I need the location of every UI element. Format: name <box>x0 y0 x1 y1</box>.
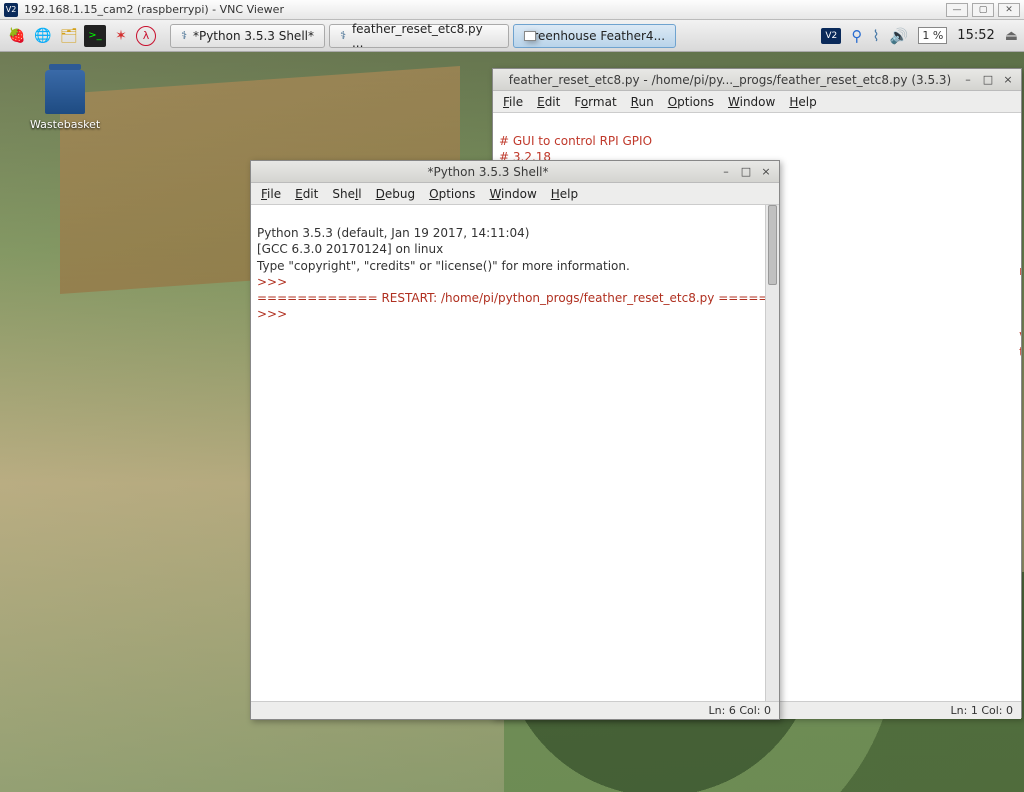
mathematica-icon[interactable]: ✶ <box>110 25 132 47</box>
menu-help[interactable]: Help <box>545 185 584 203</box>
vnc-window-controls: — ▢ ✕ <box>946 3 1020 17</box>
taskbar-item-python-shell[interactable]: ⚕ *Python 3.5.3 Shell* <box>170 24 325 48</box>
shell-body[interactable]: Python 3.5.3 (default, Jan 19 2017, 14:1… <box>251 205 779 701</box>
shell-close-button[interactable]: × <box>759 165 773 179</box>
taskbar-item-label: Greenhouse Feather4... <box>524 29 665 43</box>
eject-icon[interactable]: ⏏ <box>1005 28 1018 44</box>
code-fragment: vance, load, refresh <box>1019 328 1021 342</box>
menu-window[interactable]: Window <box>483 185 542 203</box>
trash-icon <box>45 70 85 114</box>
wifi-icon[interactable]: ⌇ <box>872 27 879 45</box>
window-icon <box>524 31 536 41</box>
code-line: # GUI to control RPI GPIO <box>499 134 652 148</box>
menu-window[interactable]: Window <box>722 93 781 111</box>
editor-close-button[interactable]: × <box>1001 73 1015 87</box>
menu-edit[interactable]: Edit <box>531 93 566 111</box>
shell-titlebar[interactable]: *Python 3.5.3 Shell* – □ × <box>251 161 779 183</box>
editor-cursor-pos: Ln: 1 Col: 0 <box>951 704 1013 717</box>
editor-titlebar[interactable]: feather_reset_etc8.py - /home/pi/py..._p… <box>493 69 1021 91</box>
shell-prompt: >>> <box>257 307 287 321</box>
taskbar-item-label: *Python 3.5.3 Shell* <box>193 29 314 43</box>
menu-options[interactable]: Options <box>423 185 481 203</box>
desktop-icon-label: Wastebasket <box>30 118 100 131</box>
scrollbar-thumb[interactable] <box>768 205 777 285</box>
shell-line: Type "copyright", "credits" or "license(… <box>257 259 630 273</box>
desktop-icon-wastebasket[interactable]: Wastebasket <box>30 70 100 131</box>
file-manager-icon[interactable]: 🗂 <box>58 25 80 47</box>
shell-minimize-button[interactable]: – <box>719 165 733 179</box>
terminal-icon[interactable]: >_ <box>84 25 106 47</box>
clock[interactable]: 15:52 <box>957 28 994 43</box>
shell-scrollbar[interactable] <box>765 205 779 701</box>
menu-debug[interactable]: Debug <box>370 185 421 203</box>
menu-format[interactable]: Format <box>568 93 622 111</box>
editor-minimize-button[interactable]: – <box>961 73 975 87</box>
shell-title: *Python 3.5.3 Shell* <box>427 165 548 179</box>
menu-help[interactable]: Help <box>783 93 822 111</box>
shell-window: *Python 3.5.3 Shell* – □ × File Edit She… <box>250 160 780 720</box>
python-icon: ⚕ <box>181 29 187 42</box>
wolfram-icon[interactable]: λ <box>136 26 156 46</box>
shell-cursor-pos: Ln: 6 Col: 0 <box>709 704 771 717</box>
menu-shell[interactable]: Shell <box>326 185 367 203</box>
vnc-maximize-button[interactable]: ▢ <box>972 3 994 17</box>
menu-raspberry-icon[interactable]: 🍓 <box>6 25 28 47</box>
editor-title: feather_reset_etc8.py - /home/pi/py..._p… <box>499 73 961 87</box>
vnc-titlebar: V2 192.168.1.15_cam2 (raspberrypi) - VNC… <box>0 0 1024 20</box>
shell-statusbar: Ln: 6 Col: 0 <box>251 701 779 719</box>
vnc-logo-icon: V2 <box>4 3 18 17</box>
menu-file[interactable]: File <box>255 185 287 203</box>
shell-prompt: >>> <box>257 275 287 289</box>
bluetooth-icon[interactable]: ⚲ <box>851 27 862 45</box>
vnc-minimize-button[interactable]: — <box>946 3 968 17</box>
menu-file[interactable]: FFileile <box>497 93 529 111</box>
taskbar: 🍓 🌐 🗂 >_ ✶ λ ⚕ *Python 3.5.3 Shell* ⚕ fe… <box>0 20 1024 52</box>
editor-maximize-button[interactable]: □ <box>981 73 995 87</box>
code-fragment: ress <box>1019 264 1021 278</box>
menu-edit[interactable]: Edit <box>289 185 324 203</box>
taskbar-item-label: feather_reset_etc8.py ... <box>352 22 498 50</box>
taskbar-item-greenhouse[interactable]: Greenhouse Feather4... <box>513 24 676 48</box>
browser-icon[interactable]: 🌐 <box>32 25 54 47</box>
shell-restart-line: ============ RESTART: /home/pi/python_pr… <box>257 291 779 305</box>
system-tray: V2 ⚲ ⌇ 🔊 1 % 15:52 ⏏ <box>821 27 1018 45</box>
python-icon: ⚕ <box>340 29 346 42</box>
shell-line: [GCC 6.3.0 20170124] on linux <box>257 242 443 256</box>
code-fragment: ttons <box>1019 345 1021 359</box>
menu-run[interactable]: Run <box>625 93 660 111</box>
editor-menubar: FFileile Edit Format Run Options Window … <box>493 91 1021 113</box>
vnc-tray-icon[interactable]: V2 <box>821 28 841 44</box>
shell-menubar: File Edit Shell Debug Options Window Hel… <box>251 183 779 205</box>
vnc-close-button[interactable]: ✕ <box>998 3 1020 17</box>
taskbar-item-editor[interactable]: ⚕ feather_reset_etc8.py ... <box>329 24 509 48</box>
volume-icon[interactable]: 🔊 <box>890 27 909 45</box>
battery-indicator[interactable]: 1 % <box>918 27 947 44</box>
menu-options[interactable]: Options <box>662 93 720 111</box>
vnc-title: 192.168.1.15_cam2 (raspberrypi) - VNC Vi… <box>24 3 284 16</box>
shell-line: Python 3.5.3 (default, Jan 19 2017, 14:1… <box>257 226 529 240</box>
shell-maximize-button[interactable]: □ <box>739 165 753 179</box>
